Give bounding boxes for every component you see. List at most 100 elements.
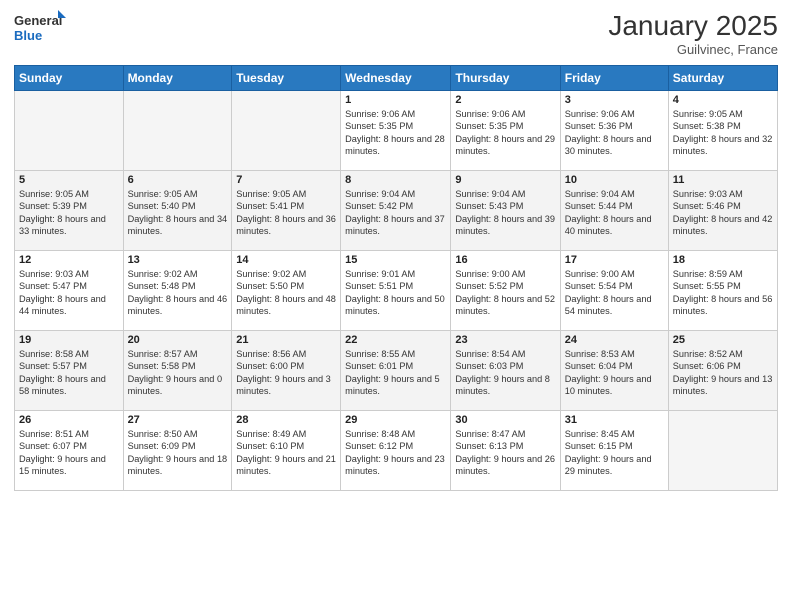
day-number: 5 — [19, 174, 119, 186]
page: General Blue January 2025 Guilvinec, Fra… — [0, 0, 792, 612]
day-number: 14 — [236, 254, 336, 266]
calendar-day-13: 13Sunrise: 9:02 AMSunset: 5:48 PMDayligh… — [123, 251, 232, 331]
header: General Blue January 2025 Guilvinec, Fra… — [14, 10, 778, 57]
calendar-day-2: 2 Sunrise: 9:06 AMSunset: 5:35 PMDaylight… — [451, 91, 560, 171]
day-number: 29 — [345, 414, 446, 426]
calendar-day-31: 31 Sunrise: 8:45 AMSunset: 6:15 PMDayligh… — [560, 411, 668, 491]
calendar-day-19: 19 Sunrise: 8:58 AMSunset: 5:57 PMDayligh… — [15, 331, 124, 411]
day-info: Sunrise: 9:03 AMSunset: 5:46 PMDaylight:… — [673, 188, 773, 238]
location-subtitle: Guilvinec, France — [608, 42, 778, 57]
day-number: 24 — [565, 334, 664, 346]
day-info: Sunrise: 9:05 AMSunset: 5:40 PMDaylight:… — [128, 188, 228, 238]
calendar-day-25: 25 Sunrise: 8:52 AMSunset: 6:06 PMDayligh… — [668, 331, 777, 411]
day-info: Sunrise: 8:47 AMSunset: 6:13 PMDaylight:… — [455, 428, 555, 478]
day-number: 10 — [565, 174, 664, 186]
day-number: 11 — [673, 174, 773, 186]
day-info: Sunrise: 9:06 AMSunset: 5:35 PMDaylight:… — [345, 108, 446, 158]
calendar-day-7: 7 Sunrise: 9:05 AMSunset: 5:41 PMDaylight… — [232, 171, 341, 251]
day-info: Sunrise: 8:54 AMSunset: 6:03 PMDaylight:… — [455, 348, 555, 398]
svg-text:Blue: Blue — [14, 28, 42, 43]
day-number: 3 — [565, 94, 664, 106]
title-block: January 2025 Guilvinec, France — [608, 10, 778, 57]
calendar-day-11: 11 Sunrise: 9:03 AMSunset: 5:46 PMDayligh… — [668, 171, 777, 251]
calendar-empty-cell — [668, 411, 777, 491]
day-info: Sunrise: 9:02 AMSunset: 5:48 PMDaylight:… — [128, 268, 228, 318]
day-info: Sunrise: 8:52 AMSunset: 6:06 PMDaylight:… — [673, 348, 773, 398]
month-title: January 2025 — [608, 10, 778, 42]
calendar-empty-cell — [232, 91, 341, 171]
calendar-day-14: 14 Sunrise: 9:02 AMSunset: 5:50 PMDayligh… — [232, 251, 341, 331]
day-number: 27 — [128, 414, 228, 426]
calendar-day-26: 26Sunrise: 8:51 AMSunset: 6:07 PMDayligh… — [15, 411, 124, 491]
day-number: 31 — [565, 414, 664, 426]
day-number: 30 — [455, 414, 555, 426]
day-number: 15 — [345, 254, 446, 266]
day-info: Sunrise: 9:04 AMSunset: 5:44 PMDaylight:… — [565, 188, 664, 238]
calendar-day-6: 6 Sunrise: 9:05 AMSunset: 5:40 PMDaylight… — [123, 171, 232, 251]
day-info: Sunrise: 9:01 AMSunset: 5:51 PMDaylight:… — [345, 268, 446, 318]
day-number: 21 — [236, 334, 336, 346]
calendar-day-30: 30 Sunrise: 8:47 AMSunset: 6:13 PMDayligh… — [451, 411, 560, 491]
day-info: Sunrise: 9:00 AMSunset: 5:52 PMDaylight:… — [455, 268, 555, 318]
day-number: 9 — [455, 174, 555, 186]
day-info: Sunrise: 9:06 AMSunset: 5:36 PMDaylight:… — [565, 108, 664, 158]
calendar-week-row: 12 Sunrise: 9:03 AMSunset: 5:47 PMDayligh… — [15, 251, 778, 331]
day-number: 1 — [345, 94, 446, 106]
day-info: Sunrise: 8:53 AMSunset: 6:04 PMDaylight:… — [565, 348, 664, 398]
day-number: 8 — [345, 174, 446, 186]
day-info: Sunrise: 9:05 AMSunset: 5:39 PMDaylight:… — [19, 188, 119, 238]
day-number: 20 — [128, 334, 228, 346]
day-info: Sunrise: 8:49 AMSunset: 6:10 PMDaylight:… — [236, 428, 336, 478]
calendar-day-16: 16 Sunrise: 9:00 AMSunset: 5:52 PMDayligh… — [451, 251, 560, 331]
day-info: Sunrise: 8:45 AMSunset: 6:15 PMDaylight:… — [565, 428, 664, 478]
calendar-table: SundayMondayTuesdayWednesdayThursdayFrid… — [14, 65, 778, 491]
calendar-day-12: 12 Sunrise: 9:03 AMSunset: 5:47 PMDayligh… — [15, 251, 124, 331]
calendar-day-8: 8 Sunrise: 9:04 AMSunset: 5:42 PMDaylight… — [341, 171, 451, 251]
day-number: 25 — [673, 334, 773, 346]
day-number: 12 — [19, 254, 119, 266]
weekday-header-tuesday: Tuesday — [232, 66, 341, 91]
svg-text:General: General — [14, 13, 62, 28]
weekday-header-friday: Friday — [560, 66, 668, 91]
calendar-day-24: 24 Sunrise: 8:53 AMSunset: 6:04 PMDayligh… — [560, 331, 668, 411]
day-info: Sunrise: 9:03 AMSunset: 5:47 PMDaylight:… — [19, 268, 119, 318]
logo-svg: General Blue — [14, 10, 66, 46]
calendar-day-4: 4 Sunrise: 9:05 AMSunset: 5:38 PMDaylight… — [668, 91, 777, 171]
day-info: Sunrise: 8:59 AMSunset: 5:55 PMDaylight:… — [673, 268, 773, 318]
calendar-day-29: 29Sunrise: 8:48 AMSunset: 6:12 PMDayligh… — [341, 411, 451, 491]
day-number: 4 — [673, 94, 773, 106]
day-number: 16 — [455, 254, 555, 266]
weekday-header-thursday: Thursday — [451, 66, 560, 91]
calendar-day-20: 20Sunrise: 8:57 AMSunset: 5:58 PMDayligh… — [123, 331, 232, 411]
day-info: Sunrise: 9:06 AMSunset: 5:35 PMDaylight:… — [455, 108, 555, 158]
calendar-day-15: 15 Sunrise: 9:01 AMSunset: 5:51 PMDayligh… — [341, 251, 451, 331]
calendar-week-row: 26Sunrise: 8:51 AMSunset: 6:07 PMDayligh… — [15, 411, 778, 491]
calendar-day-1: 1 Sunrise: 9:06 AMSunset: 5:35 PMDaylight… — [341, 91, 451, 171]
day-number: 6 — [128, 174, 228, 186]
day-number: 22 — [345, 334, 446, 346]
day-info: Sunrise: 8:51 AMSunset: 6:07 PMDaylight:… — [19, 428, 119, 478]
calendar-week-row: 19 Sunrise: 8:58 AMSunset: 5:57 PMDayligh… — [15, 331, 778, 411]
calendar-day-18: 18Sunrise: 8:59 AMSunset: 5:55 PMDayligh… — [668, 251, 777, 331]
calendar-empty-cell — [123, 91, 232, 171]
calendar-day-5: 5 Sunrise: 9:05 AMSunset: 5:39 PMDaylight… — [15, 171, 124, 251]
day-number: 7 — [236, 174, 336, 186]
day-number: 19 — [19, 334, 119, 346]
calendar-day-17: 17 Sunrise: 9:00 AMSunset: 5:54 PMDayligh… — [560, 251, 668, 331]
day-info: Sunrise: 8:58 AMSunset: 5:57 PMDaylight:… — [19, 348, 119, 398]
calendar-day-23: 23 Sunrise: 8:54 AMSunset: 6:03 PMDayligh… — [451, 331, 560, 411]
day-info: Sunrise: 9:04 AMSunset: 5:42 PMDaylight:… — [345, 188, 446, 238]
day-info: Sunrise: 9:05 AMSunset: 5:38 PMDaylight:… — [673, 108, 773, 158]
day-number: 2 — [455, 94, 555, 106]
logo: General Blue — [14, 10, 66, 46]
day-info: Sunrise: 9:02 AMSunset: 5:50 PMDaylight:… — [236, 268, 336, 318]
calendar-day-22: 22Sunrise: 8:55 AMSunset: 6:01 PMDayligh… — [341, 331, 451, 411]
calendar-empty-cell — [15, 91, 124, 171]
day-info: Sunrise: 8:56 AMSunset: 6:00 PMDaylight:… — [236, 348, 336, 398]
day-number: 23 — [455, 334, 555, 346]
calendar-week-row: 1 Sunrise: 9:06 AMSunset: 5:35 PMDaylight… — [15, 91, 778, 171]
day-number: 17 — [565, 254, 664, 266]
day-info: Sunrise: 9:05 AMSunset: 5:41 PMDaylight:… — [236, 188, 336, 238]
day-info: Sunrise: 9:00 AMSunset: 5:54 PMDaylight:… — [565, 268, 664, 318]
calendar-day-27: 27Sunrise: 8:50 AMSunset: 6:09 PMDayligh… — [123, 411, 232, 491]
